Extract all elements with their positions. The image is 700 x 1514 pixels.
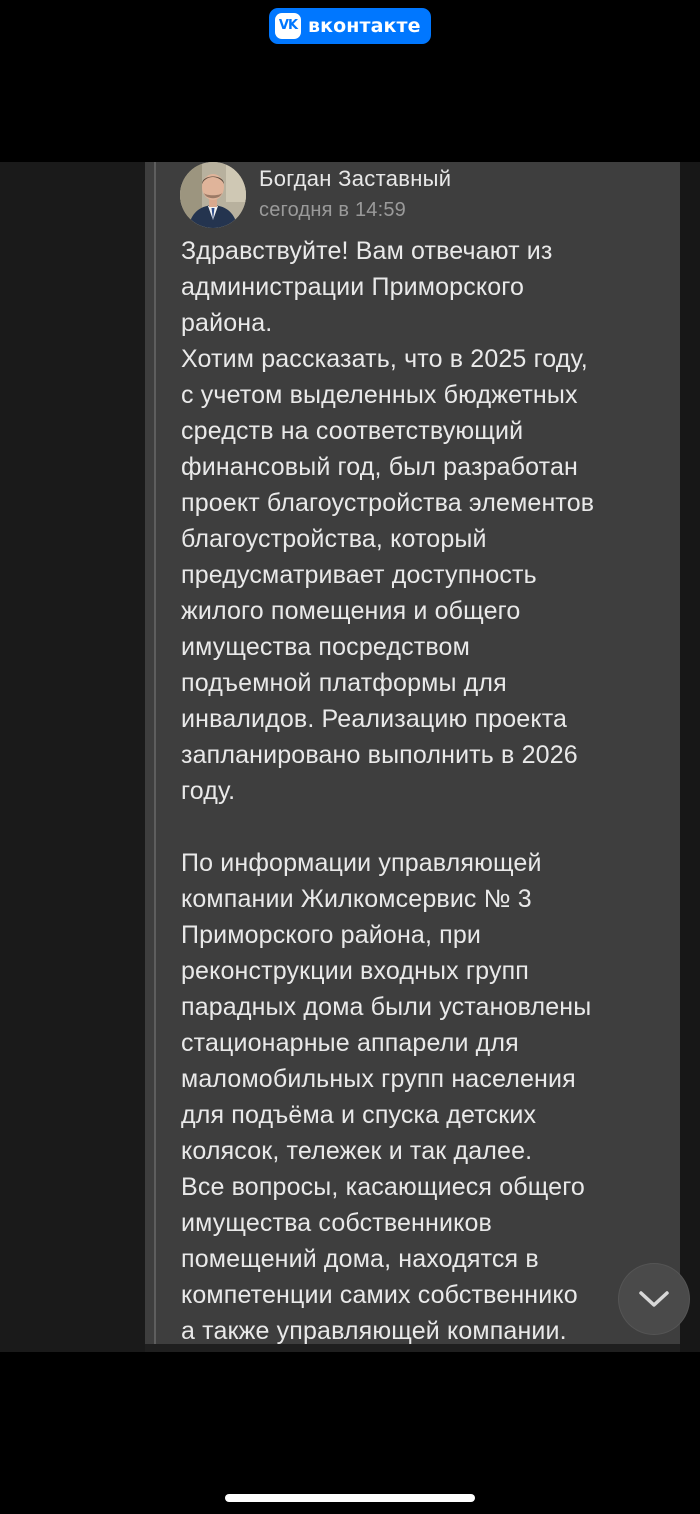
comment-screenshot: Богдан Заставный сегодня в 14:59 Здравст…: [0, 162, 700, 1352]
comment-line: имущества собственников: [181, 1209, 492, 1237]
comment-line: имущества посредством: [181, 633, 470, 661]
comment-line: Все вопросы, касающиеся общего: [181, 1173, 585, 1201]
author-name[interactable]: Богдан Заставный: [259, 165, 451, 193]
screen: VK вконтакте Богдан Заставный сегодня в …: [0, 0, 700, 1514]
scroll-down-button[interactable]: [619, 1264, 689, 1334]
chevron-down-icon: [639, 1291, 669, 1307]
comment-line: колясок, тележек и так далее.: [181, 1137, 533, 1165]
comment-line: По информации управляющей: [181, 849, 542, 877]
home-indicator[interactable]: [225, 1494, 475, 1502]
vk-app-badge[interactable]: VK вконтакте: [269, 8, 431, 44]
left-gutter: [0, 162, 145, 1352]
comment-line: компании Жилкомсервис № 3: [181, 885, 532, 913]
comment-line: реконструкции входных групп: [181, 957, 529, 985]
comment-line: инвалидов. Реализацию проекта: [181, 705, 568, 733]
comment-text: Здравствуйте! Вам отвечают из администра…: [181, 233, 700, 1349]
comment-line: году.: [181, 777, 236, 805]
comment-line: Приморского района, при: [181, 921, 482, 949]
comment-line: предусматривает доступность: [181, 561, 537, 589]
author-avatar[interactable]: [180, 162, 246, 228]
comment-line: помещений дома, находятся в: [181, 1245, 539, 1273]
avatar-photo-icon: [180, 162, 246, 228]
comment-line: жилого помещения и общего: [181, 597, 521, 625]
comment-line: запланировано выполнить в 2026: [181, 741, 578, 769]
reply-thread-line: [154, 162, 156, 1344]
comment-line: средств на соответствующий: [181, 417, 524, 445]
comment-line: Хотим рассказать, что в 2025 году,: [181, 345, 588, 373]
comment-line: администрации Приморского: [181, 273, 525, 301]
comment-line: парадных дома были установлены: [181, 993, 592, 1021]
comment-line: проект благоустройства элементов: [181, 489, 595, 517]
comment-line: Здравствуйте! Вам отвечают из: [181, 237, 553, 265]
comment-line: для подъёма и спуска детских: [181, 1101, 537, 1129]
comment-line: маломобильных групп населения: [181, 1065, 576, 1093]
comment-line: с учетом выделенных бюджетных: [181, 381, 578, 409]
app-name: вконтакте: [308, 15, 421, 37]
comment-line: района.: [181, 309, 273, 337]
comment-line: стационарные аппарели для: [181, 1029, 519, 1057]
comment-line: благоустройства, который: [181, 525, 487, 553]
comment-line: финансовый год, был разработан: [181, 453, 578, 481]
post-timestamp[interactable]: сегодня в 14:59: [259, 197, 406, 223]
comment-line: подъемной платформы для: [181, 669, 507, 697]
vk-logo-icon: VK: [275, 13, 301, 39]
comment-line: а также управляющей компании.: [181, 1317, 567, 1345]
